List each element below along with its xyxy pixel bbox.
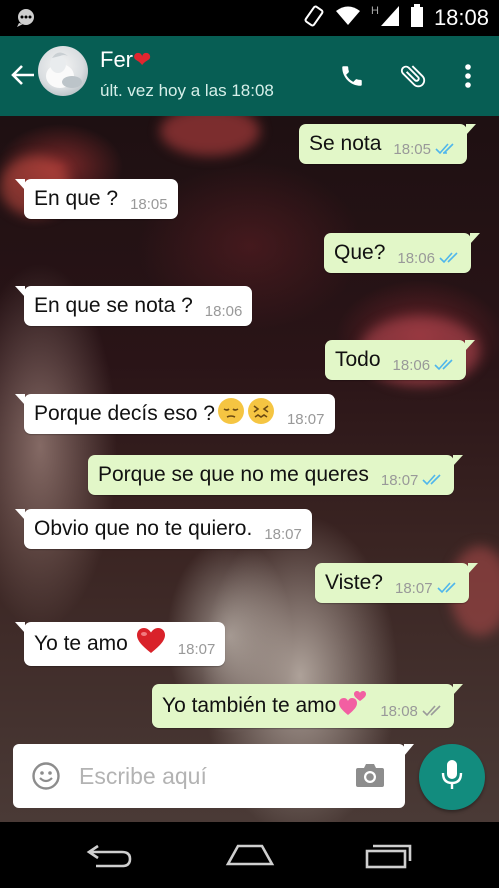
red-heart-emoji xyxy=(136,627,166,661)
message-time: 18:07 xyxy=(177,640,216,658)
delivered-ticks-icon xyxy=(422,699,444,723)
message-text: Viste? xyxy=(325,571,383,594)
read-ticks-icon xyxy=(422,468,444,492)
message-bubble-outgoing[interactable]: Se nota 18:05 xyxy=(299,124,476,164)
contact-name[interactable]: Fer❤ xyxy=(100,47,151,73)
emoji-icon[interactable] xyxy=(31,761,61,791)
message-bubble-outgoing[interactable]: Viste? 18:07 xyxy=(315,563,478,603)
message-time: 18:07 xyxy=(380,471,419,489)
message-time: 18:06 xyxy=(397,249,435,267)
message-time: 18:05 xyxy=(393,140,431,158)
notification-icon xyxy=(14,8,38,33)
chat-background[interactable]: Se nota 18:05 En que ? 18:05 Que? 18:06 … xyxy=(0,116,499,822)
message-bubble-incoming[interactable]: En que ? 18:05 xyxy=(15,179,178,219)
message-composer xyxy=(13,744,414,808)
heart-emoji: ❤ xyxy=(133,47,152,72)
background-bokeh xyxy=(160,116,260,156)
system-nav-bar xyxy=(0,822,499,888)
message-bubble-outgoing[interactable]: Todo 18:06 xyxy=(325,340,476,380)
message-time: 18:06 xyxy=(204,302,243,320)
back-arrow-icon[interactable] xyxy=(6,58,40,92)
battery-icon xyxy=(410,3,424,33)
home-nav-icon[interactable] xyxy=(220,838,280,872)
wifi-icon xyxy=(335,5,361,32)
message-time: 18:07 xyxy=(286,410,325,428)
message-bubble-incoming[interactable]: Obvio que no te quiero. 18:07 xyxy=(15,509,312,549)
paperclip-icon[interactable] xyxy=(395,56,431,96)
message-text: Obvio que no te quiero. xyxy=(34,517,253,540)
message-time: 18:07 xyxy=(395,579,433,597)
more-vert-icon[interactable] xyxy=(450,56,486,96)
microphone-button[interactable] xyxy=(419,744,485,810)
message-text: Que? xyxy=(334,241,386,264)
status-time: 18:08 xyxy=(433,5,489,30)
phone-icon[interactable] xyxy=(334,56,370,96)
message-bubble-incoming[interactable]: En que se nota ? 18:06 xyxy=(14,286,253,326)
contact-name-text: Fer xyxy=(100,47,133,72)
rotation-icon xyxy=(303,4,325,33)
recents-nav-icon[interactable] xyxy=(358,838,418,872)
read-ticks-icon xyxy=(435,137,457,161)
message-bubble-incoming[interactable]: Yo te amo 18:07 xyxy=(14,622,226,666)
read-ticks-icon xyxy=(434,353,456,377)
message-bubble-incoming[interactable]: Porque decís eso ? 18:07 xyxy=(15,394,335,434)
confounded-face-emoji xyxy=(247,397,275,431)
message-time: 18:07 xyxy=(264,525,302,543)
last-seen-status: últ. vez hoy a las 18:08 xyxy=(100,81,274,100)
message-text: En que ? xyxy=(34,187,119,210)
message-text: En que se nota ? xyxy=(34,294,193,317)
message-bubble-outgoing[interactable]: Que? 18:06 xyxy=(324,233,480,273)
network-type-label: H xyxy=(370,4,379,17)
message-text: Todo xyxy=(335,348,381,371)
chat-header: Fer❤ últ. vez hoy a las 18:08 xyxy=(0,36,499,116)
message-time: 18:05 xyxy=(130,195,168,213)
message-text: Porque decís eso ? xyxy=(34,402,215,425)
message-bubble-outgoing[interactable]: Yo también te amo 18:08 xyxy=(152,684,463,728)
status-bar: H 18:08 xyxy=(0,0,499,36)
message-input[interactable] xyxy=(79,758,349,794)
two-hearts-emoji xyxy=(338,688,368,724)
camera-icon[interactable] xyxy=(355,762,387,790)
message-bubble-outgoing[interactable]: Porque se que no me queres 18:07 xyxy=(88,455,464,495)
read-ticks-icon xyxy=(439,246,461,270)
signal-icon xyxy=(380,5,400,32)
microphone-icon xyxy=(441,759,463,796)
back-nav-icon[interactable] xyxy=(80,838,140,872)
message-time: 18:06 xyxy=(392,356,431,374)
message-text: Yo te amo xyxy=(34,632,128,655)
message-text: Se nota xyxy=(309,132,382,155)
message-text: Porque se que no me queres xyxy=(98,463,369,486)
pensive-face-emoji xyxy=(217,397,245,431)
message-time: 18:08 xyxy=(380,702,418,720)
avatar[interactable] xyxy=(38,46,88,96)
message-text: Yo también te amo xyxy=(162,694,337,717)
read-ticks-icon xyxy=(436,576,459,600)
